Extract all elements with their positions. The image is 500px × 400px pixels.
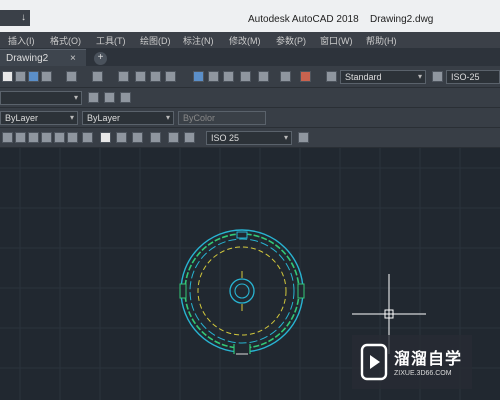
menu-draw[interactable]: 绘图(D) (140, 34, 171, 47)
dim-style-dropdown[interactable]: ISO-25 (446, 70, 500, 84)
make-current-layer-icon[interactable] (104, 92, 115, 103)
right-slot[interactable] (297, 283, 305, 299)
new-file-icon[interactable] (2, 71, 13, 82)
chevron-down-icon: ▾ (417, 72, 422, 81)
dimension-style-icon[interactable] (298, 132, 309, 143)
text-style-value: Standard (345, 72, 382, 82)
new-tab-button[interactable]: + (94, 52, 107, 65)
save-icon[interactable] (28, 71, 39, 82)
zoom-window-icon[interactable] (150, 71, 161, 82)
text-style-dropdown[interactable]: Standard ▾ (340, 70, 426, 84)
sheet-set-icon[interactable] (240, 71, 251, 82)
color-dropdown[interactable]: ByLayer ▾ (0, 111, 78, 125)
watermark-url: ZIXUE.3D66.COM (394, 370, 452, 377)
continue-dimension-icon[interactable] (150, 132, 161, 143)
menu-window[interactable]: 窗口(W) (320, 34, 353, 47)
document-title: Drawing2.dwg (370, 14, 434, 25)
menu-parameter[interactable]: 参数(P) (276, 34, 306, 47)
watermark-text: 溜溜自学 (394, 351, 463, 368)
layer-properties-icon[interactable] (88, 92, 99, 103)
center-hole-inner[interactable] (234, 283, 250, 299)
undo-icon[interactable] (66, 71, 77, 82)
tab-drawing2[interactable]: Drawing2 × (0, 49, 86, 66)
menu-tools[interactable]: 工具(T) (96, 34, 126, 47)
yellow-dashed-ring[interactable] (197, 246, 287, 336)
inner-cyan-ring[interactable] (189, 238, 295, 344)
radius-dimension-icon[interactable] (54, 132, 65, 143)
app-title: Autodesk AutoCAD 2018 (248, 14, 359, 25)
center-hole-outer[interactable] (229, 278, 255, 304)
menu-bar: 插入(I) 格式(O) 工具(T) 绘图(D) 标注(N) 修改(M) 参数(P… (0, 32, 500, 48)
title-bar: ↓ Autodesk AutoCAD 2018 Drawing2.dwg (0, 0, 500, 32)
chevron-down-icon: ▾ (283, 133, 288, 142)
dim-style-value: ISO-25 (451, 72, 480, 82)
color-value: ByLayer (5, 113, 39, 123)
outer-green-ring[interactable] (184, 233, 300, 349)
dimension-toolbar: ISO 25 ▾ (0, 128, 500, 148)
properties-toolbar: ByLayer ▾ ByLayer ▾ ByColor (0, 108, 500, 128)
print-icon[interactable] (41, 71, 52, 82)
design-center-icon[interactable] (208, 71, 219, 82)
properties-icon[interactable] (193, 71, 204, 82)
calculator-icon[interactable] (280, 71, 291, 82)
layer-dropdown[interactable]: ▾ (0, 91, 82, 105)
zoom-realtime-icon[interactable] (135, 71, 146, 82)
tolerance-icon[interactable] (168, 132, 179, 143)
watermark: 溜溜自学 ZIXUE.3D66.COM (352, 335, 472, 389)
tab-label: Drawing2 (6, 53, 49, 64)
play-logo-icon (360, 343, 388, 381)
text-style-icon[interactable] (326, 71, 337, 82)
help-icon[interactable] (300, 71, 311, 82)
linetype-value: ByLayer (87, 113, 121, 123)
chevron-down-icon: ▾ (73, 93, 78, 102)
menu-format[interactable]: 格式(O) (50, 34, 81, 47)
menu-modify[interactable]: 修改(M) (229, 34, 261, 47)
arc-length-icon[interactable] (28, 132, 39, 143)
chevron-down-icon: ↓ (21, 12, 26, 23)
standard-toolbar: Standard ▾ ISO-25 (0, 66, 500, 88)
menu-insert[interactable]: 插入(I) (8, 34, 35, 47)
dim-style-icon[interactable] (432, 71, 443, 82)
ordinate-dimension-icon[interactable] (41, 132, 52, 143)
zoom-previous-icon[interactable] (165, 71, 176, 82)
dim-style-dropdown-2[interactable]: ISO 25 ▾ (206, 131, 292, 145)
linetype-dropdown[interactable]: ByLayer ▾ (82, 111, 174, 125)
diameter-dimension-icon[interactable] (82, 132, 93, 143)
chevron-down-icon: ▾ (165, 113, 170, 122)
linear-dimension-icon[interactable] (2, 132, 13, 143)
top-keyway[interactable] (236, 231, 248, 239)
chevron-down-icon: ▾ (69, 113, 74, 122)
layer-previous-icon[interactable] (120, 92, 131, 103)
lineweight-dropdown[interactable]: ByColor (178, 111, 266, 125)
angular-dimension-icon[interactable] (100, 132, 111, 143)
aligned-dimension-icon[interactable] (15, 132, 26, 143)
center-mark-icon[interactable] (184, 132, 195, 143)
pan-icon[interactable] (118, 71, 129, 82)
quick-dimension-icon[interactable] (116, 132, 127, 143)
markup-icon[interactable] (258, 71, 269, 82)
file-tab-bar: Drawing2 × + (0, 48, 500, 66)
quick-access-dropdown[interactable]: ↓ (0, 10, 30, 26)
lineweight-value: ByColor (183, 113, 216, 123)
open-file-icon[interactable] (15, 71, 26, 82)
menu-help[interactable]: 帮助(H) (366, 34, 397, 47)
close-icon[interactable]: × (70, 53, 76, 64)
dim-style-2-value: ISO 25 (211, 133, 240, 143)
baseline-dimension-icon[interactable] (132, 132, 143, 143)
jogged-dimension-icon[interactable] (67, 132, 78, 143)
left-slot[interactable] (179, 283, 187, 299)
redo-icon[interactable] (92, 71, 103, 82)
drawn-part[interactable] (179, 229, 305, 356)
menu-dimension[interactable]: 标注(N) (183, 34, 214, 47)
layers-toolbar: ▾ (0, 88, 500, 108)
tool-palettes-icon[interactable] (223, 71, 234, 82)
